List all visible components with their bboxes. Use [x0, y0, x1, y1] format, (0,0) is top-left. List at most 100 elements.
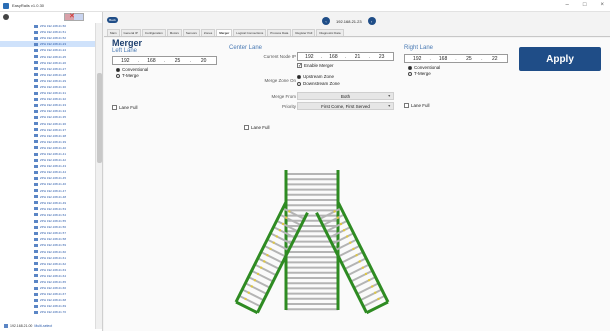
- checkbox-label: Lane Full: [411, 103, 430, 108]
- merge-from-value: Both: [340, 93, 351, 99]
- device-icon: [34, 85, 38, 89]
- left-tmerge-radio[interactable]: T-Merge: [116, 73, 139, 78]
- checkbox-box[interactable]: ✓: [297, 63, 302, 69]
- right-conventional-radio[interactable]: Conventional: [408, 65, 440, 70]
- clear-filter-icon[interactable]: [64, 12, 84, 21]
- roller-sensor: [250, 285, 254, 288]
- ip-octet[interactable]: 192: [298, 54, 321, 60]
- checkbox-box[interactable]: [404, 103, 409, 108]
- priority-label: Priority: [281, 104, 296, 109]
- tab-register-poll[interactable]: Register Poll: [292, 29, 316, 36]
- left-lane-full-checkbox[interactable]: Lane Full: [112, 105, 138, 110]
- tree-scrollbar[interactable]: [95, 23, 102, 329]
- radio-dot[interactable]: [116, 73, 120, 78]
- left-lane-ip-field[interactable]: 192. 168. 25. 20: [112, 56, 217, 65]
- right-tmerge-radio[interactable]: T-Merge: [408, 71, 431, 76]
- tree-item-label: ZPH 192.168.21.70: [40, 310, 67, 315]
- right-lane-full-checkbox[interactable]: Lane Full: [404, 103, 430, 108]
- radio-dot[interactable]: [297, 74, 301, 79]
- ip-octet[interactable]: 192: [405, 56, 429, 62]
- gear-icon[interactable]: [3, 14, 9, 20]
- right-lane-ip-field[interactable]: 192. 168. 25. 22: [404, 54, 508, 63]
- close-button[interactable]: ×: [600, 2, 604, 8]
- enable-merger-checkbox[interactable]: ✓ Enable Merger: [297, 63, 334, 69]
- merge-from-label: Merge From: [271, 94, 296, 99]
- tab-process-data[interactable]: Process Data: [267, 29, 292, 36]
- ip-octet[interactable]: 168: [431, 56, 455, 62]
- device-tree: ZPH 192.168.21.50ZPH 192.168.21.51ZPH 19…: [0, 12, 103, 331]
- priority-select[interactable]: First Come, First Served ▼: [297, 102, 394, 110]
- scrollbar-thumb[interactable]: [97, 73, 102, 163]
- maximize-button[interactable]: □: [583, 2, 587, 8]
- tab-motors[interactable]: Motors: [166, 29, 182, 36]
- current-node-ip-field[interactable]: 192. 168. 21. 23: [297, 52, 394, 61]
- center-lane-full-checkbox[interactable]: Lane Full: [244, 125, 270, 130]
- device-icon: [34, 73, 38, 77]
- roller-sensor: [370, 285, 374, 288]
- downstream-zone-radio[interactable]: Downstream Zone: [297, 81, 340, 86]
- tree-item-label: ZPH 192.168.21.65: [40, 279, 67, 284]
- ip-octet[interactable]: 168: [322, 54, 345, 60]
- left-conventional-radio[interactable]: Conventional: [116, 67, 148, 72]
- roller-sensor: [281, 222, 285, 226]
- radio-dot[interactable]: [116, 67, 120, 72]
- previous-node-button[interactable]: ‹: [322, 17, 330, 25]
- device-icon: [34, 237, 38, 241]
- device-icon: [34, 24, 38, 28]
- tab-configuration[interactable]: Configuration: [141, 29, 166, 36]
- ip-octet[interactable]: 23: [370, 54, 393, 60]
- ip-octet[interactable]: 25: [457, 56, 481, 62]
- tree-item-label: ZPH 192.168.21.59: [40, 243, 67, 248]
- tab-sensors[interactable]: Sensors: [182, 29, 200, 36]
- tree-item-label: ZPH 192.168.21.41: [40, 152, 67, 157]
- device-icon: [34, 158, 38, 162]
- tree-item-label: ZPH 192.168.21.28: [40, 72, 67, 77]
- tree-footer: 192.168.21.00 Multi-select: [4, 324, 52, 328]
- tab-main[interactable]: Main: [107, 29, 120, 36]
- merge-from-select[interactable]: Both ▼: [297, 92, 394, 100]
- current-node-ip-label: Current Node IP: [263, 54, 296, 59]
- multi-select-link[interactable]: Multi-select: [34, 324, 52, 328]
- tab-general-ip[interactable]: General IP: [120, 29, 141, 36]
- roller-sensor: [358, 260, 361, 263]
- ip-octet[interactable]: 25: [165, 58, 190, 64]
- device-icon: [34, 310, 38, 314]
- ip-octet[interactable]: 168: [139, 58, 164, 64]
- connection-indicator: ‹ 192.168.21.23 ›: [322, 17, 376, 25]
- radio-dot[interactable]: [408, 65, 412, 70]
- tree-item-label: ZPH 192.168.21.60: [40, 249, 67, 254]
- tree-item[interactable]: ZPH 192.168.21.70: [0, 309, 96, 315]
- tree-item-label: ZPH 192.168.21.47: [40, 188, 67, 193]
- checkbox-box[interactable]: [244, 125, 249, 130]
- ip-octet[interactable]: 192: [113, 58, 138, 64]
- device-icon: [34, 292, 38, 296]
- device-icon: [34, 79, 38, 83]
- upstream-zone-radio[interactable]: Upstream Zone: [297, 74, 334, 79]
- tree-item-label: ZPH 192.168.21.32: [40, 97, 67, 102]
- back-button[interactable]: Back: [107, 17, 118, 23]
- ip-octet[interactable]: 20: [191, 58, 216, 64]
- tab-zones[interactable]: Zones: [200, 29, 216, 36]
- roller-sensor: [244, 297, 247, 301]
- ip-octet[interactable]: 22: [483, 56, 507, 62]
- device-icon: [34, 103, 38, 107]
- radio-dot[interactable]: [408, 71, 412, 76]
- tab-diagnostic-data[interactable]: Diagnostic Data: [316, 29, 344, 36]
- ip-octet[interactable]: 21: [346, 54, 369, 60]
- tab-logical-connections[interactable]: Logical Connections: [233, 29, 267, 36]
- next-node-button[interactable]: ›: [367, 17, 376, 25]
- device-icon: [34, 91, 38, 95]
- minimize-button[interactable]: –: [566, 2, 569, 8]
- checkbox-box[interactable]: [112, 105, 117, 110]
- radio-dot[interactable]: [297, 81, 301, 86]
- device-icon: [34, 243, 38, 247]
- connection-bar: Back ‹ 192.168.21.23 ›: [104, 12, 610, 29]
- tab-merger[interactable]: Merger: [216, 29, 233, 36]
- right-lane-heading: Right Lane: [404, 45, 434, 51]
- device-icon: [34, 268, 38, 272]
- tree-item-label: ZPH 192.168.21.37: [40, 127, 67, 132]
- device-icon: [34, 170, 38, 174]
- roller-sensor: [374, 291, 377, 294]
- chevron-down-icon: ▼: [387, 94, 391, 98]
- apply-button[interactable]: Apply: [519, 47, 601, 71]
